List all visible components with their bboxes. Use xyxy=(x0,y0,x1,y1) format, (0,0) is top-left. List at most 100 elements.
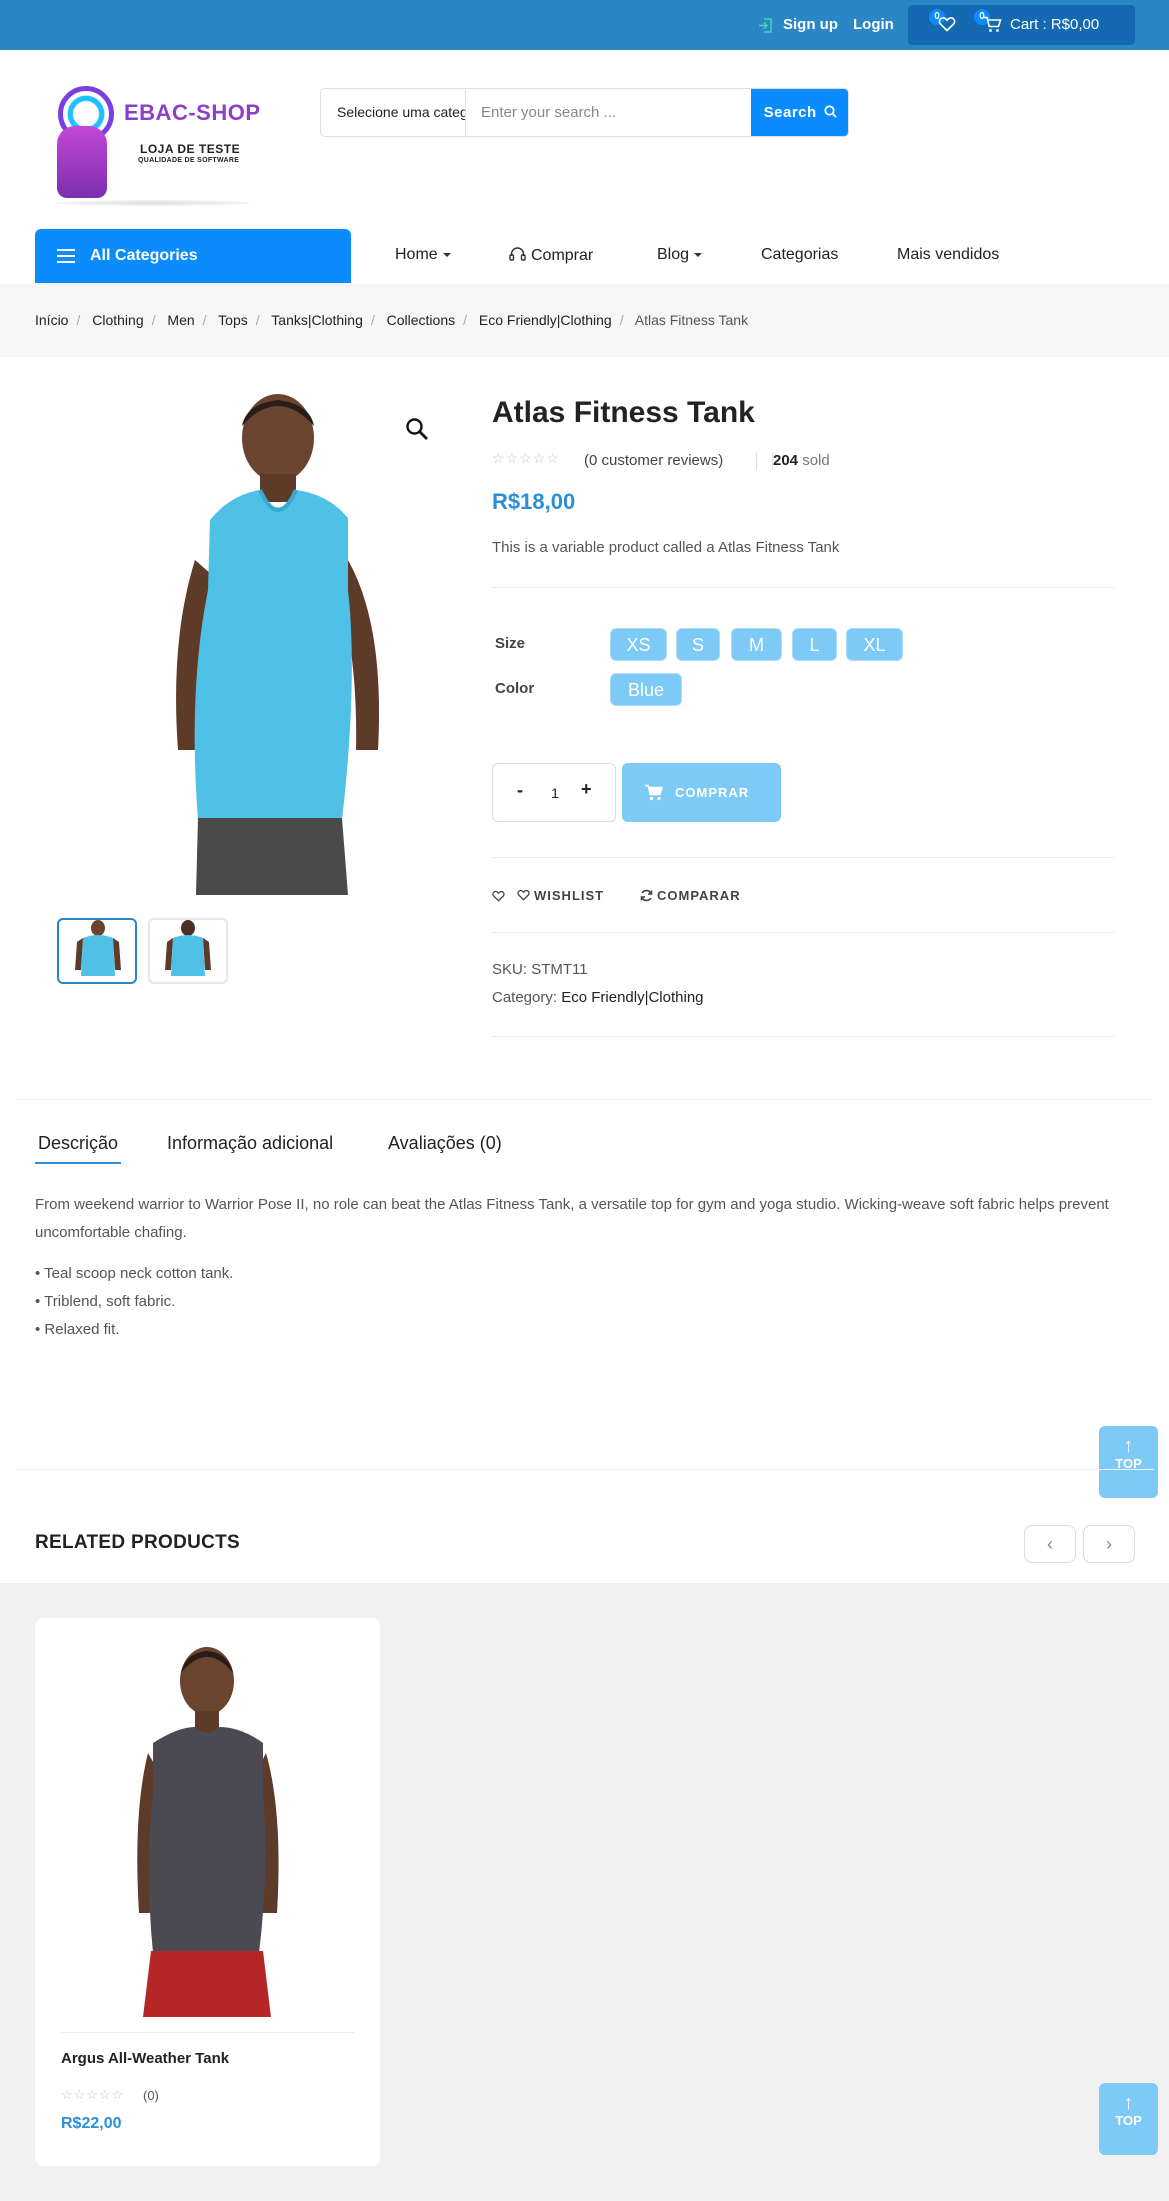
size-option-s[interactable]: S xyxy=(676,628,720,661)
breadcrumb-item[interactable]: Clothing xyxy=(92,312,143,328)
breadcrumb-item[interactable]: Início xyxy=(35,312,68,328)
nav-categorias[interactable]: Categorias xyxy=(761,246,838,264)
refresh-icon xyxy=(640,889,653,902)
search-category-select[interactable]: Selecione uma categoria xyxy=(321,89,466,136)
zoom-icon[interactable] xyxy=(404,416,430,442)
size-option-xs[interactable]: XS xyxy=(610,628,667,661)
tab-descricao[interactable]: Descrição xyxy=(35,1133,122,1164)
sign-in-icon xyxy=(759,18,772,33)
related-products-title: RELATED PRODUCTS xyxy=(35,1532,241,1553)
heart-icon xyxy=(517,889,530,901)
heart-icon[interactable] xyxy=(492,890,505,902)
bullet-item: • Relaxed fit. xyxy=(35,1321,120,1338)
search-button[interactable]: Search xyxy=(751,89,848,136)
category-row: Category: Eco Friendly|Clothing xyxy=(492,989,704,1006)
scroll-top-button[interactable]: ↑ TOP xyxy=(1099,1426,1158,1498)
heart-icon[interactable] xyxy=(938,16,956,32)
logo-tagline: QUALIDADE DE SOFTWARE xyxy=(138,157,240,164)
divider xyxy=(492,587,1114,588)
carousel-prev-button[interactable]: ‹ xyxy=(1024,1525,1076,1563)
nav-mais-vendidos[interactable]: Mais vendidos xyxy=(897,246,999,264)
thumbnail-image xyxy=(75,920,121,976)
product-card-review-count: (0) xyxy=(143,2088,159,2103)
quantity-input[interactable] xyxy=(543,781,567,805)
category-label: Category: xyxy=(492,989,558,1006)
product-thumbnail[interactable] xyxy=(57,918,137,984)
divider xyxy=(15,1469,1154,1470)
product-short-description: This is a variable product called a Atla… xyxy=(492,539,840,556)
quantity-stepper: - + xyxy=(492,763,616,822)
wishlist-button[interactable]: WISHLIST xyxy=(517,888,604,903)
search-icon xyxy=(824,105,837,118)
nav-home[interactable]: Home xyxy=(395,246,451,264)
wishlist-label: WISHLIST xyxy=(534,888,605,903)
breadcrumb: Início / Clothing / Men / Tops / Tanks|Cloth… xyxy=(35,312,749,328)
logo-shadow xyxy=(56,200,252,206)
size-option-xl[interactable]: XL xyxy=(846,628,903,661)
bullet-item: • Triblend, soft fabric. xyxy=(35,1293,176,1310)
compare-label: COMPARAR xyxy=(657,888,741,903)
all-categories-label: All Categories xyxy=(90,247,198,264)
breadcrumb-item[interactable]: Tops xyxy=(218,312,248,328)
product-card-name[interactable]: Argus All-Weather Tank xyxy=(61,2050,229,2067)
tab-informacao-adicional[interactable]: Informação adicional xyxy=(167,1133,333,1154)
headset-icon xyxy=(509,247,526,261)
logo-title[interactable]: EBAC-SHOP xyxy=(124,100,261,126)
nav-blog[interactable]: Blog xyxy=(657,246,703,264)
carousel-next-button[interactable]: › xyxy=(1083,1525,1135,1563)
chevron-left-icon: ‹ xyxy=(1047,1534,1053,1554)
login-link[interactable]: Login xyxy=(853,16,894,33)
size-option-m[interactable]: M xyxy=(731,628,782,661)
tab-description-text: From weekend warrior to Warrior Pose II,… xyxy=(35,1196,1109,1241)
search-button-label: Search xyxy=(763,104,817,121)
nav-comprar-label: Comprar xyxy=(531,247,594,264)
cart-label[interactable]: Cart : R$0,00 xyxy=(1010,16,1099,33)
nav-home-label: Home xyxy=(395,246,438,263)
product-card[interactable]: Argus All-Weather Tank ☆☆☆☆☆ (0) R$22,00 xyxy=(35,1618,380,2166)
buy-button[interactable]: COMPRAR xyxy=(622,763,781,822)
divider xyxy=(756,452,757,470)
chevron-right-icon: › xyxy=(1106,1534,1112,1554)
product-thumbnail[interactable] xyxy=(148,918,228,984)
product-title: Atlas Fitness Tank xyxy=(492,396,755,429)
breadcrumb-item[interactable]: Tanks|Clothing xyxy=(271,312,363,328)
breadcrumb-current: Atlas Fitness Tank xyxy=(634,312,749,328)
search-bar: Selecione uma categoria Search xyxy=(320,88,849,137)
arrow-up-icon: ↑ xyxy=(1123,1435,1134,1457)
breadcrumb-item[interactable]: Eco Friendly|Clothing xyxy=(479,312,612,328)
all-categories-button[interactable]: All Categories xyxy=(35,229,351,283)
compare-button[interactable]: COMPARAR xyxy=(640,888,741,903)
quantity-plus-button[interactable]: + xyxy=(581,779,592,800)
scroll-top-button[interactable]: ↑ TOP xyxy=(1099,2083,1158,2155)
hamburger-icon xyxy=(57,249,75,251)
product-card-image[interactable] xyxy=(103,1643,311,2017)
reviews-link[interactable]: (0 customer reviews) xyxy=(584,452,723,469)
breadcrumb-item[interactable]: Men xyxy=(167,312,194,328)
divider xyxy=(61,2032,354,2033)
product-card-price: R$22,00 xyxy=(61,2115,122,2132)
sold-label: sold xyxy=(802,452,830,469)
tab-avaliacoes[interactable]: Avaliações (0) xyxy=(388,1133,502,1154)
logo-hand-icon xyxy=(57,126,107,198)
sold-number: 204 xyxy=(773,452,799,469)
category-link[interactable]: Eco Friendly|Clothing xyxy=(561,989,703,1006)
product-card-rating-stars: ☆☆☆☆☆ xyxy=(61,2087,125,2102)
sku-row: SKU: STMT11 xyxy=(492,961,588,978)
cart-icon[interactable] xyxy=(983,16,1002,33)
rating-stars: ☆☆☆☆☆ xyxy=(492,450,560,466)
search-input[interactable] xyxy=(467,89,751,136)
divider xyxy=(492,857,1114,858)
cart-icon xyxy=(645,784,663,801)
color-option-blue[interactable]: Blue xyxy=(610,673,682,706)
scroll-top-label: TOP xyxy=(1115,2113,1142,2128)
product-main-image[interactable] xyxy=(100,390,430,895)
chevron-down-icon xyxy=(442,252,451,257)
breadcrumb-item[interactable]: Collections xyxy=(387,312,455,328)
product-price: R$18,00 xyxy=(492,489,576,514)
nav-comprar[interactable]: Comprar xyxy=(509,246,593,265)
thumbnail-image xyxy=(165,920,211,976)
quantity-minus-button[interactable]: - xyxy=(517,780,523,801)
size-option-l[interactable]: L xyxy=(792,628,837,661)
signup-link[interactable]: Sign up xyxy=(783,16,838,33)
size-label: Size xyxy=(495,635,526,652)
